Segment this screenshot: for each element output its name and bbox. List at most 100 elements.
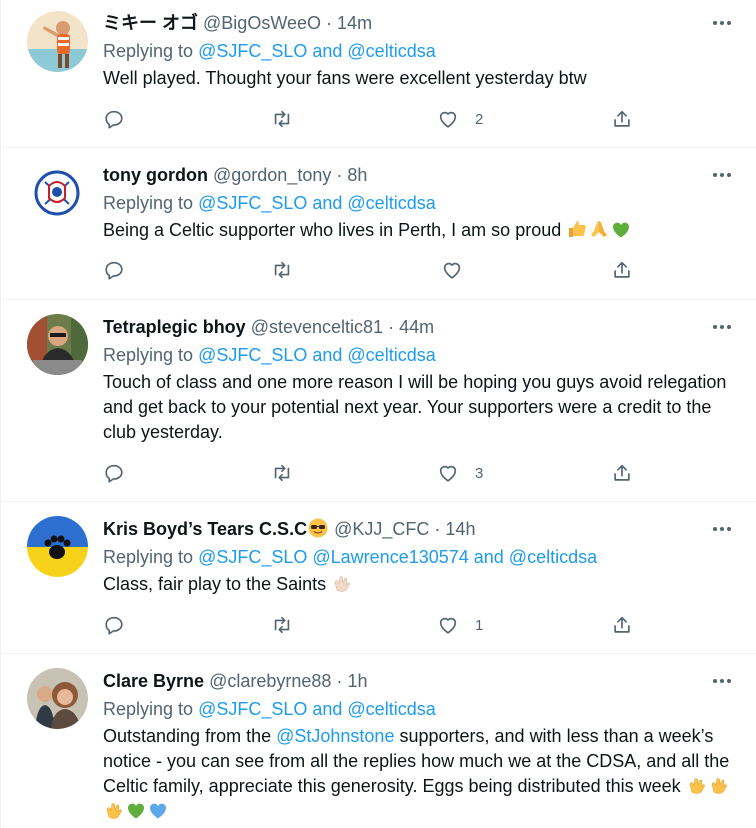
display-name[interactable]: Kris Boyd’s Tears C.S.C <box>103 519 307 539</box>
avatar-image <box>27 11 88 72</box>
retweet-button[interactable] <box>271 612 293 638</box>
share-icon <box>614 464 630 481</box>
replying-to-mentions[interactable]: @SJFC_SLO and @celticdsa <box>198 41 436 61</box>
retweet-button[interactable] <box>271 460 293 486</box>
avatar-image <box>27 162 88 223</box>
separator-dot: · <box>434 519 441 539</box>
retweet-button[interactable] <box>271 106 293 132</box>
separator-dot: · <box>336 165 343 185</box>
like-button[interactable]: 2 <box>437 106 483 132</box>
avatar-image <box>27 668 88 729</box>
tweet[interactable]: Tetraplegic bhoy @stevenceltic81 · 44m R… <box>1 300 756 502</box>
retweet-icon <box>274 261 290 279</box>
replying-to-mentions[interactable]: @SJFC_SLO and @celticdsa <box>198 699 436 719</box>
tweet[interactable]: Kris Boyd’s Tears C.S.C @KJJ_CFC · 14h R… <box>1 502 756 654</box>
like-button[interactable] <box>441 257 479 283</box>
tweet-header: Tetraplegic bhoy @stevenceltic81 · 44m <box>103 314 696 340</box>
reply-icon <box>105 110 123 129</box>
tweet-actions <box>103 257 643 283</box>
like-icon <box>439 465 457 482</box>
avatar[interactable] <box>27 162 88 223</box>
separator-dot: · <box>336 671 343 691</box>
clapping-hands-emoji <box>686 774 708 796</box>
avatar[interactable] <box>27 11 88 72</box>
like-button[interactable]: 3 <box>437 460 483 486</box>
more-icon[interactable] <box>710 669 734 693</box>
more-icon[interactable] <box>710 315 734 339</box>
tweet[interactable]: tony gordon @gordon_tony · 8h Replying t… <box>1 148 756 300</box>
tweet-header: Clare Byrne @clarebyrne88 · 1h <box>103 668 696 694</box>
tweet-text: Being a Celtic supporter who lives in Pe… <box>103 218 732 243</box>
more-icon[interactable] <box>710 163 734 187</box>
more-icon[interactable] <box>710 11 734 35</box>
like-icon <box>439 617 457 634</box>
tweet-actions: 3 <box>103 460 643 486</box>
blue-heart-emoji <box>147 799 169 821</box>
user-handle[interactable]: @gordon_tony <box>213 165 331 185</box>
timestamp[interactable]: 1h <box>347 671 367 691</box>
reply-button[interactable] <box>103 612 125 638</box>
replying-to: Replying to @SJFC_SLO @Lawrence130574 an… <box>103 544 597 570</box>
retweet-button[interactable] <box>271 257 293 283</box>
timestamp[interactable]: 44m <box>399 317 434 337</box>
retweet-icon <box>274 616 290 634</box>
green-heart-emoji <box>610 218 632 240</box>
reply-button[interactable] <box>103 257 125 283</box>
tweet-header: tony gordon @gordon_tony · 8h <box>103 162 696 188</box>
replying-to-label: Replying to <box>103 193 194 213</box>
display-name[interactable]: ミキー オゴ <box>103 13 198 33</box>
share-button[interactable] <box>611 612 633 638</box>
replying-to: Replying to @SJFC_SLO and @celticdsa <box>103 342 436 368</box>
share-button[interactable] <box>611 106 633 132</box>
display-name[interactable]: tony gordon <box>103 165 208 185</box>
reply-feed: ミキー オゴ @BigOsWeeO · 14m Replying to @SJF… <box>0 0 756 828</box>
user-handle[interactable]: @BigOsWeeO <box>203 13 321 33</box>
timestamp[interactable]: 14m <box>337 13 372 33</box>
reply-button[interactable] <box>103 106 125 132</box>
clapping-hands-emoji <box>708 774 730 796</box>
mention-link[interactable]: @StJohnstone <box>276 726 394 746</box>
display-name[interactable]: Tetraplegic bhoy <box>103 317 246 337</box>
tweet[interactable]: Clare Byrne @clarebyrne88 · 1h Replying … <box>1 654 756 828</box>
clapping-hands-emoji <box>331 572 353 594</box>
separator-dot: · <box>388 317 395 337</box>
user-handle[interactable]: @KJJ_CFC <box>334 519 429 539</box>
replying-to-label: Replying to <box>103 547 194 567</box>
replying-to-mentions[interactable]: @SJFC_SLO @Lawrence130574 and @celticdsa <box>198 547 597 567</box>
retweet-icon <box>274 464 290 482</box>
replying-to-mentions[interactable]: @SJFC_SLO and @celticdsa <box>198 345 436 365</box>
smiling-face-with-sunglasses-emoji <box>307 517 329 539</box>
timestamp[interactable]: 8h <box>347 165 367 185</box>
share-icon <box>614 110 630 127</box>
avatar[interactable] <box>27 314 88 375</box>
green-heart-emoji <box>125 799 147 821</box>
reply-icon <box>105 616 123 635</box>
like-button[interactable]: 1 <box>437 612 483 638</box>
tweet-text-body: Being a Celtic supporter who lives in Pe… <box>103 220 562 240</box>
avatar[interactable] <box>27 516 88 577</box>
replying-to-mentions[interactable]: @SJFC_SLO and @celticdsa <box>198 193 436 213</box>
thumbs-up-emoji <box>566 218 588 240</box>
tweet-header: Kris Boyd’s Tears C.S.C @KJJ_CFC · 14h <box>103 516 696 542</box>
replying-to: Replying to @SJFC_SLO and @celticdsa <box>103 190 436 216</box>
share-button[interactable] <box>611 460 633 486</box>
replying-to: Replying to @SJFC_SLO and @celticdsa <box>103 38 436 64</box>
clapping-hands-emoji <box>103 799 125 821</box>
share-button[interactable] <box>611 257 633 283</box>
more-icon[interactable] <box>710 517 734 541</box>
replying-to-label: Replying to <box>103 699 194 719</box>
tweet-text-part: Outstanding from the <box>103 726 272 746</box>
tweet[interactable]: ミキー オゴ @BigOsWeeO · 14m Replying to @SJF… <box>1 0 756 148</box>
reply-icon <box>105 464 123 483</box>
tweet-text: Touch of class and one more reason I wil… <box>103 372 727 442</box>
avatar-image <box>27 314 88 375</box>
timestamp[interactable]: 14h <box>445 519 475 539</box>
reply-button[interactable] <box>103 460 125 486</box>
avatar-image <box>27 516 88 577</box>
replying-to-label: Replying to <box>103 345 194 365</box>
display-name[interactable]: Clare Byrne <box>103 671 204 691</box>
user-handle[interactable]: @stevenceltic81 <box>251 317 383 337</box>
user-handle[interactable]: @clarebyrne88 <box>209 671 331 691</box>
folded-hands-emoji <box>588 218 610 240</box>
avatar[interactable] <box>27 668 88 729</box>
